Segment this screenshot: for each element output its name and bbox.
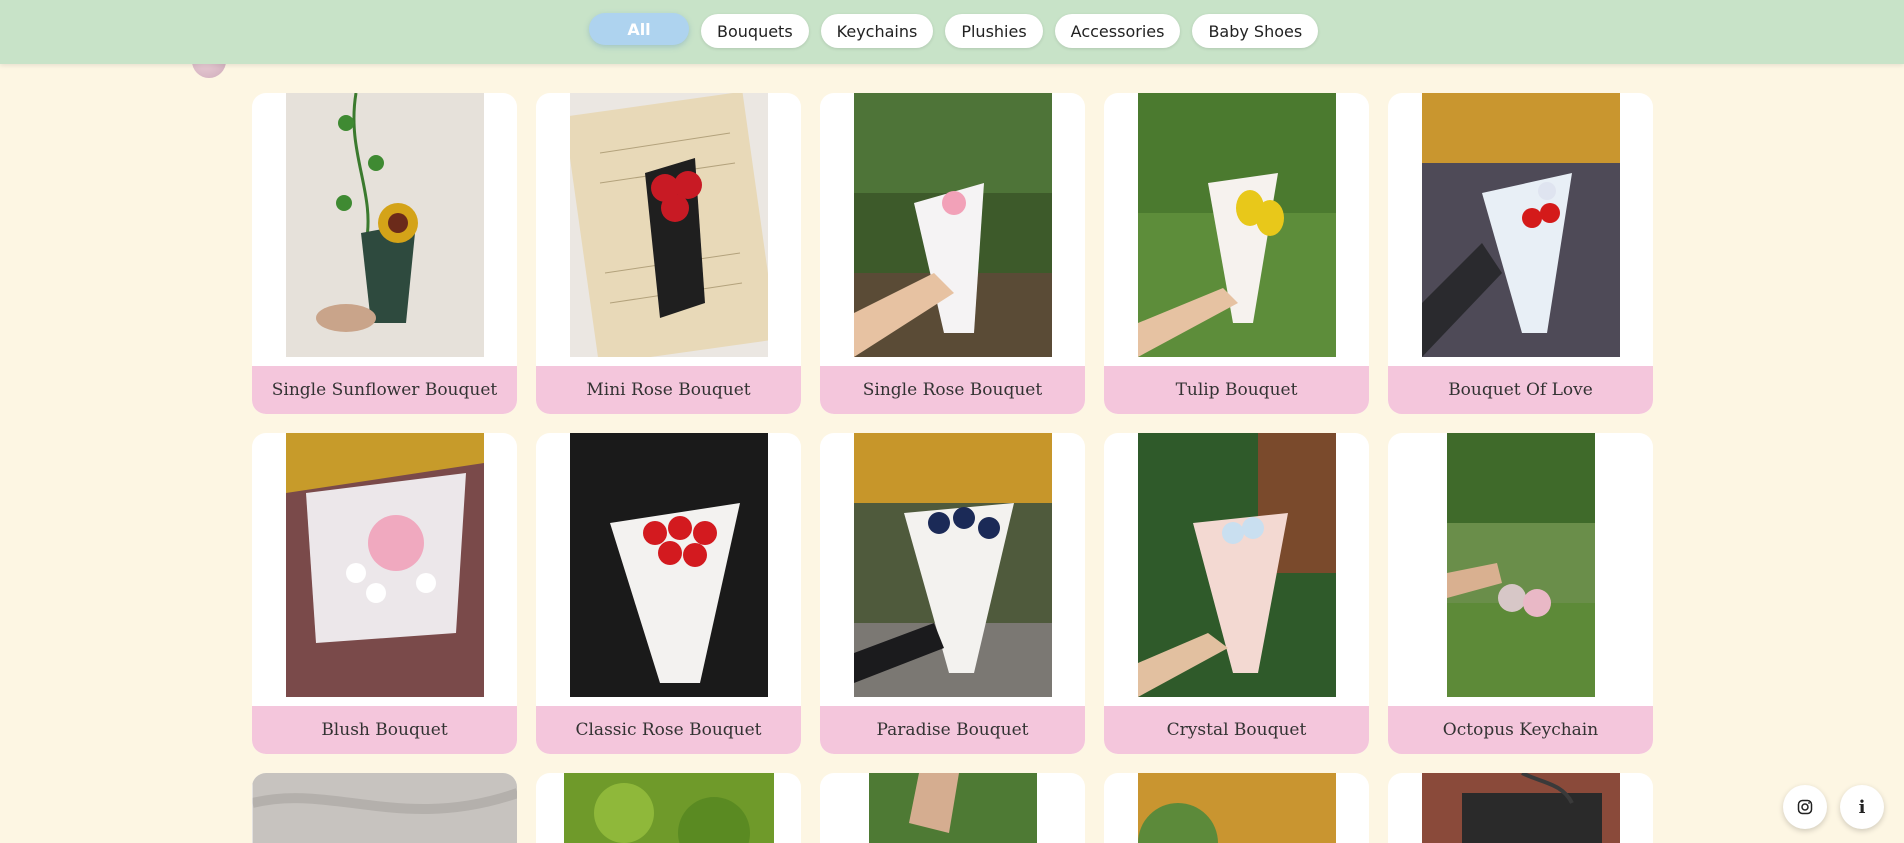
filter-plushies[interactable]: Plushies [945,14,1043,48]
instagram-button[interactable] [1783,785,1827,829]
product-name: Single Sunflower Bouquet [252,366,517,414]
info-icon: i [1858,796,1866,818]
product-card[interactable] [1104,773,1369,843]
product-image [853,93,1052,357]
product-card[interactable] [1388,773,1653,843]
filter-bar: All Bouquets Keychains Plushies Accessor… [0,0,1904,64]
product-card[interactable]: Single Rose Bouquet [820,93,1085,414]
product-image [563,773,774,843]
filter-accessories[interactable]: Accessories [1054,14,1181,48]
product-image [868,773,1037,843]
product-card[interactable]: Bouquet Of Love [1388,93,1653,414]
filter-pill-group: All Bouquets Keychains Plushies Accessor… [589,13,1319,48]
product-card[interactable]: Classic Rose Bouquet [536,433,801,754]
product-grid: Single Sunflower Bouquet Mini Rose Bouqu… [252,93,1653,843]
product-name: Single Rose Bouquet [820,366,1085,414]
product-image [853,433,1052,697]
product-image [1421,773,1620,843]
product-card[interactable]: Blush Bouquet [252,433,517,754]
product-image [569,93,768,357]
product-name: Bouquet Of Love [1388,366,1653,414]
product-card[interactable]: Paradise Bouquet [820,433,1085,754]
product-card[interactable]: Tulip Bouquet [1104,93,1369,414]
product-card[interactable]: Crystal Bouquet [1104,433,1369,754]
product-card[interactable] [820,773,1085,843]
product-image [1137,433,1336,697]
product-name: Blush Bouquet [252,706,517,754]
filter-all[interactable]: All [589,13,689,45]
product-image [569,433,768,697]
product-card[interactable]: Mini Rose Bouquet [536,93,801,414]
product-name: Classic Rose Bouquet [536,706,801,754]
product-name: Mini Rose Bouquet [536,366,801,414]
filter-keychains[interactable]: Keychains [820,14,934,48]
product-image [1446,433,1595,697]
product-name: Paradise Bouquet [820,706,1085,754]
product-card[interactable]: Single Sunflower Bouquet [252,93,517,414]
product-name: Crystal Bouquet [1104,706,1369,754]
filter-baby-shoes[interactable]: Baby Shoes [1192,14,1319,48]
product-card[interactable] [252,773,517,843]
product-image [285,433,484,697]
product-card[interactable] [536,773,801,843]
info-button[interactable]: i [1840,785,1884,829]
product-name: Octopus Keychain [1388,706,1653,754]
product-image [285,93,484,357]
product-image [1421,93,1620,357]
product-image [1137,93,1336,357]
instagram-icon [1797,799,1813,815]
product-image [252,773,517,843]
product-card[interactable]: Octopus Keychain [1388,433,1653,754]
product-image [1137,773,1336,843]
product-name: Tulip Bouquet [1104,366,1369,414]
filter-bouquets[interactable]: Bouquets [701,14,809,48]
